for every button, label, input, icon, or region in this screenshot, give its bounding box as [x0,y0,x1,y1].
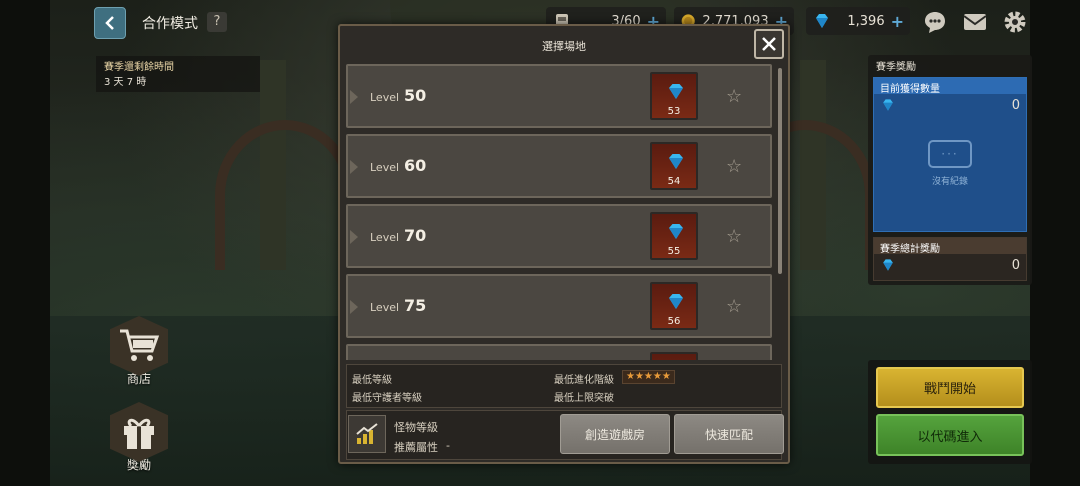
chat-icon [925,12,945,33]
gem-icon [816,14,828,28]
level-number: 50 [404,86,427,105]
level-number: 75 [404,296,427,315]
stage-row-level-75[interactable]: Level 75 56 ☆ [346,274,772,338]
level-label: Level [370,231,400,244]
min-limit-break-label: 最低上限突破 [554,393,614,404]
battle-start-button[interactable]: 戰鬥開始 [876,367,1024,408]
level-label: Level [370,161,400,174]
current-reward-box: 目前獲得數量 0 ··· 沒有紀錄 [873,77,1027,232]
reward-button[interactable]: 獎勵 [108,402,170,473]
season-reward-panel: 賽季獎勵 目前獲得數量 0 ··· 沒有紀錄 賽季總計獎勵 0 [868,55,1032,285]
expand-arrow-icon [350,300,358,314]
stage-row-level-60[interactable]: Level 60 54 ☆ [346,134,772,198]
gem-counter: 1,396 + [806,7,910,35]
quick-match-button[interactable]: 快速匹配 [674,414,784,454]
monster-stats-button[interactable] [348,415,386,453]
help-button[interactable]: ? [207,12,227,32]
gem-icon [669,84,683,99]
gem-reward: 54 [650,142,698,190]
level-label: Level [370,91,400,104]
min-evolution-label: 最低進化階級 [554,375,614,386]
gem-count: 55 [667,246,681,257]
gem-value: 1,396 [847,13,885,29]
stage-list[interactable]: Level 50 53 ☆ Level 60 54 ☆ Level 70 55 … [346,64,778,360]
current-reward-label: 目前獲得數量 [874,78,1026,95]
shop-button[interactable]: 商店 [108,316,170,387]
gem-reward: 56 [650,282,698,330]
expand-arrow-icon [350,90,358,104]
min-guardian-level-label: 最低守護者等級 [352,393,422,404]
gem-reward [650,352,698,360]
chevron-left-icon [105,16,114,30]
total-reward-label: 賽季總計獎勵 [874,238,1026,255]
close-button[interactable] [754,29,784,59]
favorite-star-icon[interactable]: ☆ [726,226,742,247]
favorite-star-icon[interactable]: ☆ [726,86,742,107]
gift-icon [124,418,154,449]
level-number: 60 [404,156,427,175]
letterbox-right [1030,0,1080,486]
gem-icon [883,99,893,111]
cart-icon [120,329,160,361]
stage-row-partial[interactable] [346,344,772,360]
expand-arrow-icon [350,160,358,174]
recommended-attribute-label: 推薦屬性 [394,441,438,454]
current-reward-value: 0 [1011,97,1020,113]
gem-reward: 53 [650,72,698,120]
recommended-attribute-value: - [446,439,450,452]
scrollbar[interactable] [778,68,782,274]
total-reward-value: 0 [1011,257,1020,273]
monster-level-label: 怪物等級 [394,421,438,434]
gem-icon [883,259,893,271]
create-room-button[interactable]: 創造遊戲房 [560,414,670,454]
gem-icon [669,154,683,169]
season-timer-label: 賽季還剩餘時間 [104,62,174,73]
mail-button[interactable] [960,8,990,36]
no-record-placeholder: ··· 沒有紀錄 [928,140,972,187]
mail-icon [963,14,987,30]
chart-up-icon [356,423,378,444]
chat-button[interactable] [920,8,950,36]
level-number: 70 [404,226,427,245]
gem-icon [669,294,683,309]
add-gem-button[interactable]: + [891,12,904,31]
season-reward-title: 賽季獎勵 [876,62,916,73]
favorite-star-icon[interactable]: ☆ [726,296,742,317]
gem-count: 54 [667,176,681,187]
season-timer-value: 3 天 7 時 [104,77,147,88]
background-arch [215,120,355,270]
gem-count: 56 [667,316,681,327]
stage-row-level-50[interactable]: Level 50 53 ☆ [346,64,772,128]
favorite-star-icon[interactable]: ☆ [726,156,742,177]
speech-bubble-icon: ··· [928,140,972,168]
evolution-stars: ★★★★★ [622,370,675,384]
page-title: 合作模式 [142,16,198,32]
total-reward-box: 賽季總計獎勵 0 [873,237,1027,281]
select-stage-modal: 選擇場地 Level 50 53 ☆ Level 60 54 ☆ Level 7… [338,24,790,464]
enter-code-button[interactable]: 以代碼進入 [876,414,1024,456]
modal-title: 選擇場地 [542,40,586,53]
settings-button[interactable] [1000,8,1030,36]
gem-reward: 55 [650,212,698,260]
letterbox-left [0,0,50,486]
level-label: Level [370,301,400,314]
gear-icon [1004,11,1026,33]
gem-count: 53 [667,106,681,117]
min-level-label: 最低等級 [352,375,392,386]
gem-icon [669,224,683,239]
close-icon [762,37,776,51]
back-button[interactable] [94,7,126,39]
season-timer: 賽季還剩餘時間 3 天 7 時 [96,56,260,92]
no-record-label: 沒有紀錄 [931,177,968,187]
expand-arrow-icon [350,230,358,244]
stage-row-level-70[interactable]: Level 70 55 ☆ [346,204,772,268]
